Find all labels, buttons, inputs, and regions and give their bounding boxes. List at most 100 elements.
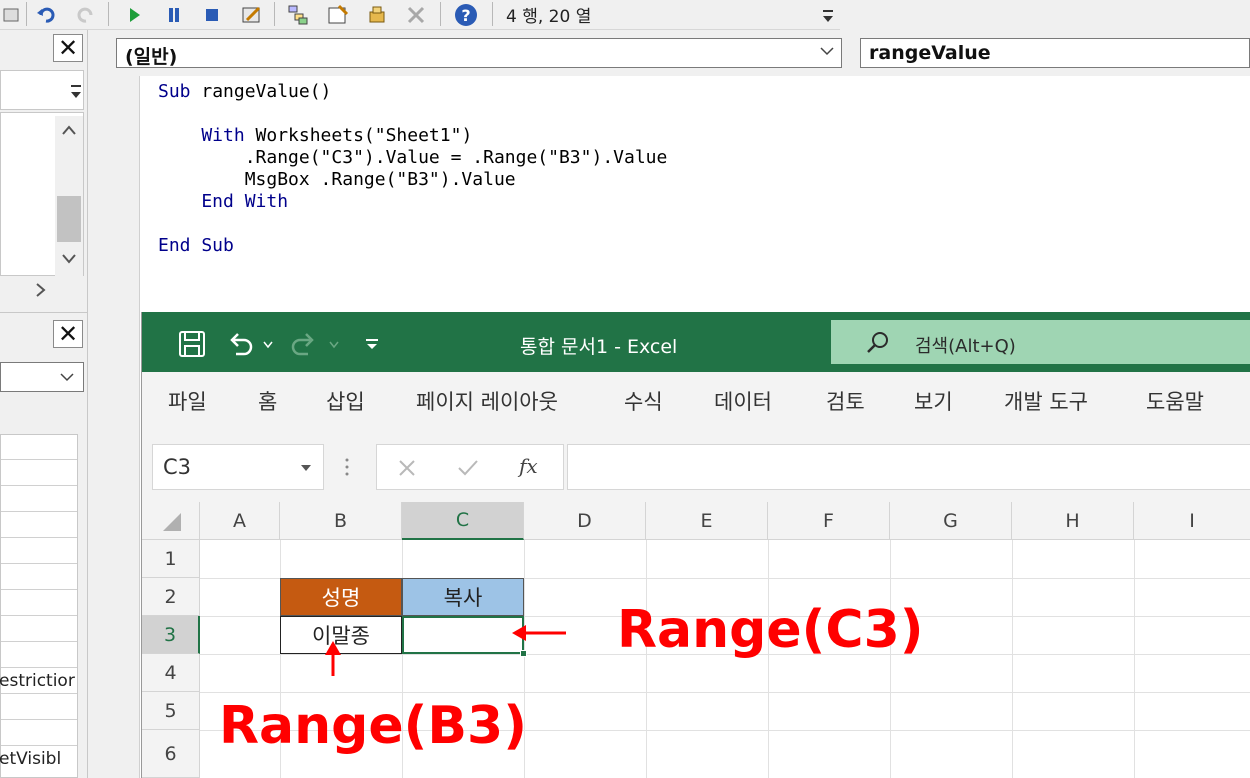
vba-code[interactable]: Sub rangeValue() With Worksheets("Sheet1… xyxy=(158,81,667,257)
redo-icon[interactable] xyxy=(74,3,98,27)
undo-icon[interactable] xyxy=(34,3,58,27)
run-icon[interactable] xyxy=(122,3,146,27)
formula-buttons: fx xyxy=(376,444,564,490)
cursor-position-status: 4 행, 20 열 xyxy=(506,7,592,27)
fill-handle[interactable] xyxy=(520,650,527,657)
tab-insert[interactable]: 삽입 xyxy=(326,386,365,416)
excel-title-bar: 통합 문서1 - Excel 검색(Alt+Q) xyxy=(142,312,1250,372)
row-header-3[interactable]: 3 xyxy=(142,616,200,654)
undo-icon[interactable] xyxy=(226,330,254,358)
cancel-icon[interactable] xyxy=(397,458,417,478)
object-combo[interactable]: (일반) xyxy=(116,38,842,68)
panel-splitter[interactable] xyxy=(87,30,100,778)
tab-review[interactable]: 검토 xyxy=(826,386,865,416)
scroll-thumb[interactable] xyxy=(57,196,81,242)
name-box-dropdown-icon[interactable] xyxy=(299,463,313,473)
toolbar-overflow-icon[interactable] xyxy=(820,0,836,30)
scroll-down-icon[interactable] xyxy=(61,252,77,264)
design-mode-icon[interactable] xyxy=(240,3,264,27)
enter-check-icon[interactable] xyxy=(457,458,479,478)
toolbar-separator xyxy=(274,2,275,26)
redo-dropdown-icon[interactable] xyxy=(328,340,340,350)
tab-developer[interactable]: 개발 도구 xyxy=(1004,386,1088,416)
tab-page-layout[interactable]: 페이지 레이아웃 xyxy=(416,386,558,416)
scroll-right-icon[interactable] xyxy=(34,282,46,298)
project-vertical-scrollbar[interactable] xyxy=(55,116,83,276)
search-box[interactable]: 검색(Alt+Q) xyxy=(831,320,1250,364)
search-placeholder: 검색(Alt+Q) xyxy=(915,336,1016,357)
tab-home[interactable]: 홈 xyxy=(258,386,277,416)
row-header-1[interactable]: 1 xyxy=(142,540,200,578)
tab-view[interactable]: 보기 xyxy=(914,386,953,416)
column-header-a[interactable]: A xyxy=(200,502,280,540)
code-window-header: (일반) rangeValue xyxy=(100,30,1250,76)
cell-b2[interactable]: 성명 xyxy=(280,578,402,616)
properties-object-dropdown[interactable] xyxy=(0,362,84,392)
tab-file[interactable]: 파일 xyxy=(168,386,207,416)
properties-panel-close-icon[interactable]: ✕ xyxy=(53,320,83,348)
left-dock-panels: ✕ ✕ estrictior etVisibl xyxy=(0,30,87,778)
column-header-g[interactable]: G xyxy=(890,502,1012,540)
ribbon-tabs: 파일 홈 삽입 페이지 레이아웃 수식 데이터 검토 보기 개발 도구 도움말 xyxy=(142,372,1250,432)
project-horizontal-scrollbar[interactable] xyxy=(0,276,84,302)
formula-bar-grip-icon[interactable] xyxy=(344,456,350,478)
insert-function-icon[interactable]: fx xyxy=(519,454,538,478)
toolbar-separator xyxy=(492,2,493,26)
project-panel-close-icon[interactable]: ✕ xyxy=(53,34,83,62)
svg-text:?: ? xyxy=(461,6,470,25)
column-header-b[interactable]: B xyxy=(280,502,402,540)
toolbar-separator xyxy=(108,2,109,26)
code-line: Sub rangeValue() xyxy=(158,81,332,102)
row-header-2[interactable]: 2 xyxy=(142,578,200,616)
gridline xyxy=(1012,540,1013,778)
column-header-i[interactable]: I xyxy=(1134,502,1250,540)
stop-icon[interactable] xyxy=(200,3,224,27)
customize-qat-icon[interactable] xyxy=(364,336,380,352)
tab-help[interactable]: 도움말 xyxy=(1146,386,1204,416)
property-name-fragment: etVisibl xyxy=(0,749,62,769)
row-header-4[interactable]: 4 xyxy=(142,654,200,692)
project-explorer-icon[interactable] xyxy=(286,3,310,27)
toolbar-separator xyxy=(440,2,441,26)
help-icon[interactable]: ? xyxy=(454,3,478,27)
save-icon[interactable] xyxy=(178,330,206,358)
gridline xyxy=(200,692,1250,693)
select-all-corner[interactable] xyxy=(142,502,200,540)
column-header-h[interactable]: H xyxy=(1012,502,1134,540)
code-line: .Range("C3").Value = .Range("B3").Value xyxy=(158,147,668,168)
cell-c2[interactable]: 복사 xyxy=(402,578,524,616)
formula-bar: C3 fx xyxy=(142,432,1250,502)
procedure-combo-value: rangeValue xyxy=(869,42,991,64)
undo-dropdown-icon[interactable] xyxy=(262,340,274,350)
properties-icon[interactable] xyxy=(326,3,350,27)
name-box[interactable]: C3 xyxy=(152,444,324,490)
tab-formulas[interactable]: 수식 xyxy=(624,386,663,416)
view-icon[interactable] xyxy=(0,3,24,27)
row-header-5[interactable]: 5 xyxy=(142,692,200,730)
pause-icon[interactable] xyxy=(162,3,186,27)
arrow-up-icon xyxy=(325,641,341,676)
code-line: End Sub xyxy=(158,235,234,256)
code-line: MsgBox .Range("B3").Value xyxy=(158,169,516,190)
column-header-e[interactable]: E xyxy=(646,502,768,540)
column-header-f[interactable]: F xyxy=(768,502,890,540)
procedure-combo[interactable]: rangeValue xyxy=(860,38,1250,68)
code-margin-indicator-bar[interactable] xyxy=(100,76,140,778)
cell-c3-selected[interactable] xyxy=(402,616,524,654)
formula-input[interactable] xyxy=(567,444,1250,490)
redo-icon[interactable] xyxy=(290,330,318,358)
column-header-d[interactable]: D xyxy=(524,502,646,540)
toolbar-empty-area xyxy=(840,0,1250,30)
object-browser-icon[interactable] xyxy=(366,3,390,27)
column-header-c[interactable]: C xyxy=(402,502,524,540)
row-header-6[interactable]: 6 xyxy=(142,730,200,778)
properties-grid[interactable]: estrictior etVisibl xyxy=(0,434,78,778)
select-all-triangle-icon xyxy=(162,512,181,531)
scroll-up-icon[interactable] xyxy=(61,124,77,136)
tab-data[interactable]: 데이터 xyxy=(714,386,772,416)
code-line: End With xyxy=(158,191,289,212)
dropdown-arrow-icon[interactable] xyxy=(69,83,83,103)
toolbox-icon[interactable] xyxy=(404,3,428,27)
